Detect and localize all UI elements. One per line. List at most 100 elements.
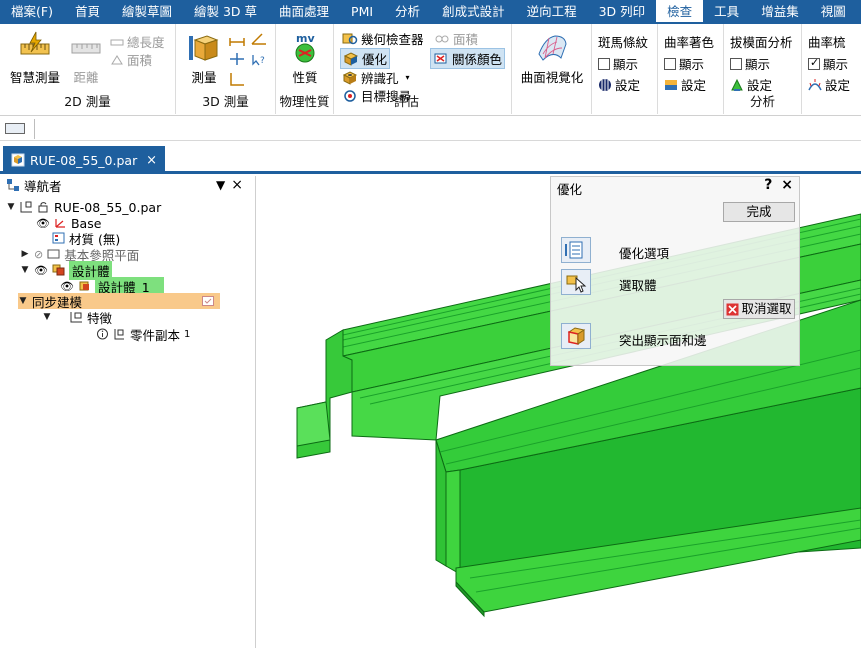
min-distance-icon[interactable]: [228, 32, 246, 46]
optimize-options-button[interactable]: [561, 237, 591, 263]
curvature-shading-settings-label: 設定: [681, 78, 707, 93]
curvature-comb-show-label: 顯示: [823, 57, 849, 72]
menu-tools[interactable]: 工具: [703, 0, 750, 24]
menu-file[interactable]: 檔案(F): [0, 0, 64, 24]
highlight-cube-icon: [567, 327, 586, 345]
identify-holes-button[interactable]: 辨識孔 ▾: [342, 68, 410, 87]
expand-arrow-icon[interactable]: ▼: [6, 202, 16, 212]
geometry-inspector-button[interactable]: 幾何檢查器: [342, 29, 424, 48]
curvature-comb-checkbox[interactable]: [808, 56, 820, 70]
group-physical-properties: mv 性質 物理性質: [276, 24, 334, 114]
menu-addins[interactable]: 增益集: [750, 0, 810, 24]
navigator-title: 導航者: [24, 178, 62, 194]
document-tab[interactable]: RUE-08_55_0.par ×: [3, 146, 165, 174]
draft-analysis-show-checkbox[interactable]: 顯示: [730, 54, 770, 73]
identify-holes-dropdown-icon[interactable]: ▾: [406, 73, 410, 82]
normal-distance-icon[interactable]: [228, 52, 246, 66]
menu-home[interactable]: 首頁: [64, 0, 111, 24]
surface-visualization-label: 曲面視覺化: [520, 70, 584, 85]
eye-visible-icon[interactable]: 👁: [34, 264, 48, 277]
menu-sketch[interactable]: 繪製草圖: [111, 0, 183, 24]
expand-arrow-icon[interactable]: ▼: [18, 296, 28, 306]
menu-3d-sketch[interactable]: 繪製 3D 草: [183, 0, 268, 24]
properties-button[interactable]: mv 性質: [282, 30, 328, 86]
surface-visualization-icon: [538, 35, 567, 61]
optimize-options-label: 優化選項: [619, 246, 670, 261]
zebra-show-checkbox[interactable]: 顯示: [598, 54, 638, 73]
coordinate-measure-icon[interactable]: [228, 72, 246, 86]
angle-measure-icon[interactable]: [250, 32, 268, 46]
group-curvature-shading: 曲率著色 顯示 設定: [658, 24, 724, 114]
smart-measure-icon: [20, 31, 50, 55]
lock-icon: [38, 202, 48, 213]
optimize-icon: [343, 51, 359, 66]
tree-root-label: RUE-08_55_0.par: [54, 199, 162, 215]
draft-analysis-checkbox[interactable]: [730, 57, 742, 70]
geometry-inspector-icon: [342, 33, 358, 44]
coordinate-system-icon: [55, 219, 65, 228]
menu-reverse-engineering[interactable]: 逆向工程: [516, 0, 588, 24]
total-length-button[interactable]: 總長度: [110, 32, 165, 51]
highlight-faces-edges-button[interactable]: [561, 323, 591, 349]
curvature-comb-settings-button[interactable]: 設定: [808, 75, 850, 94]
features-folder-icon: [70, 312, 82, 323]
expand-arrow-icon[interactable]: ▼: [20, 265, 30, 275]
collapse-arrow-icon[interactable]: ▶: [20, 249, 30, 259]
surface-visualization-button[interactable]: 曲面視覺化: [516, 30, 588, 86]
group-2d-measure: 智慧測量 距離 總長度 面積 2D 測量: [0, 24, 176, 114]
dialog-title: 優化: [557, 182, 583, 197]
menu-surfacing[interactable]: 曲面處理: [268, 0, 340, 24]
navigator-close-icon[interactable]: ×: [231, 177, 249, 193]
group-3d-measure: 測量 ? 3D 測量: [176, 24, 276, 114]
curvature-shading-show-checkbox[interactable]: 顯示: [664, 54, 704, 73]
inquire-element-icon[interactable]: ?: [250, 52, 268, 66]
curvature-comb-show-checkbox[interactable]: 顯示: [808, 54, 848, 73]
dialog-close-icon[interactable]: ×: [781, 177, 793, 193]
group-2d-measure-label: 2D 測量: [64, 94, 111, 109]
expand-arrow-icon[interactable]: ▼: [42, 312, 52, 322]
command-bar: [0, 117, 861, 141]
done-button[interactable]: 完成: [723, 202, 795, 222]
zebra-title: 斑馬條紋: [598, 35, 649, 50]
tree-item-features[interactable]: ▼ 特徵: [42, 309, 112, 326]
area-2d-label: 面積: [127, 53, 153, 68]
tree-part-copy-label: 零件副本: [130, 327, 181, 343]
optimize-button[interactable]: 優化: [340, 48, 391, 69]
zebra-checkbox[interactable]: [598, 57, 610, 70]
menu-3d-print[interactable]: 3D 列印: [588, 0, 657, 24]
tree-item-part-copy[interactable]: 零件副本 1: [96, 326, 190, 343]
area-eval-label: 面積: [453, 32, 479, 47]
target-search-icon: [344, 89, 356, 102]
smart-measure-button[interactable]: 智慧測量: [6, 30, 64, 86]
area-2d-button[interactable]: 面積: [110, 50, 152, 69]
distance-button[interactable]: 距離: [66, 30, 106, 86]
menu-inspect[interactable]: 檢查: [656, 0, 704, 24]
tree-item-root[interactable]: ▼ RUE-08_55_0.par: [6, 199, 162, 215]
relation-colors-button[interactable]: 關係顏色: [430, 48, 506, 69]
menu-view[interactable]: 視圖: [810, 0, 857, 24]
measure-3d-button[interactable]: 測量: [182, 30, 226, 86]
zebra-show-label: 顯示: [613, 57, 639, 72]
info-icon: [97, 328, 108, 340]
eye-hidden-icon[interactable]: ⊘: [34, 248, 43, 261]
area-eval-button[interactable]: 面積: [434, 29, 478, 48]
reference-plane-icon: [47, 249, 60, 259]
select-body-button[interactable]: [561, 269, 591, 295]
navigator-dropdown-icon[interactable]: ▼: [216, 178, 231, 192]
menu-analysis[interactable]: 分析: [384, 0, 431, 24]
help-icon[interactable]: ?: [764, 177, 772, 193]
measure-cube-icon: [189, 35, 219, 61]
command-bar-icon[interactable]: [5, 123, 25, 134]
deselect-button[interactable]: 取消選取: [723, 299, 795, 319]
zebra-settings-button[interactable]: 設定: [598, 75, 640, 94]
group-draft-analysis: 拔模面分析 顯示 設定 分析: [724, 24, 802, 114]
deselect-x-icon: [726, 303, 739, 315]
design-body-icon: [52, 264, 65, 276]
eye-visible-icon[interactable]: 👁: [36, 217, 50, 230]
tree-item-synchronous-modeling[interactable]: ▼ 同步建模: [18, 293, 220, 310]
menu-pmi[interactable]: PMI: [340, 0, 384, 24]
document-tab-close-icon[interactable]: ×: [146, 153, 157, 168]
menu-generative-design[interactable]: 創成式設計: [431, 0, 516, 24]
curvature-shading-checkbox[interactable]: [664, 57, 676, 70]
curvature-shading-settings-button[interactable]: 設定: [664, 75, 706, 94]
